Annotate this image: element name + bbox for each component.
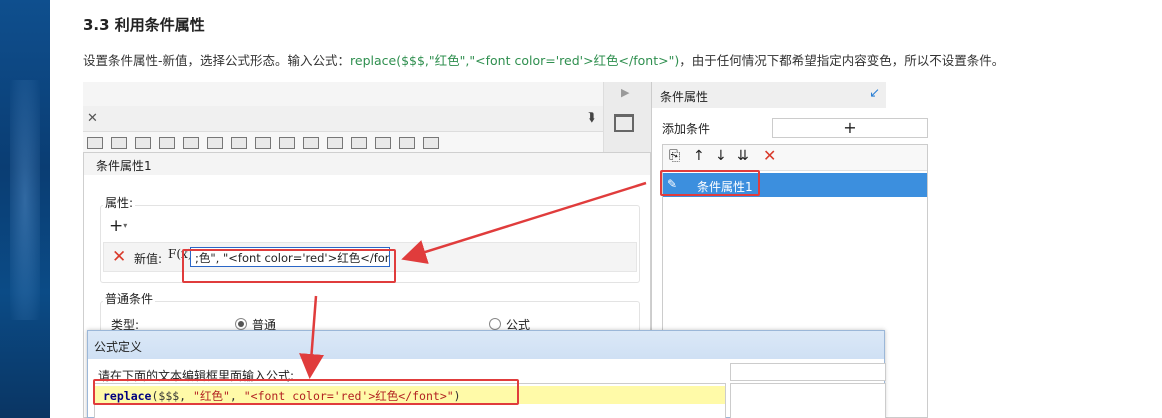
collapse-arrow-icon[interactable]: ↙ xyxy=(869,86,880,101)
chart-icon[interactable] xyxy=(327,137,343,149)
copy-icon[interactable]: ⎘ xyxy=(669,148,680,164)
split-icon[interactable] xyxy=(231,137,247,149)
border-icon[interactable] xyxy=(135,137,151,149)
image-icon[interactable] xyxy=(351,137,367,149)
paragraph-text-before: 设置条件属性-新值，选择公式形态。输入公式： xyxy=(83,53,351,68)
add-attribute-symbol: + xyxy=(109,216,124,236)
align-icon[interactable] xyxy=(111,137,127,149)
add-attribute-button[interactable]: +▾ xyxy=(109,218,137,236)
attribute-section-title: 属性: xyxy=(103,194,136,211)
designer-tabbar: ✕ ⮯ xyxy=(83,106,603,132)
embedded-screenshot: ✕ ⮯ ▶ 条件属性 ↙ 添加条件 + ⎘ ↑ ↓ ⇊ ✕ ✎ 条件属性1 条件… xyxy=(83,82,928,418)
normal-condition-title: 普通条件 xyxy=(103,290,156,307)
highlight-box-list-item xyxy=(660,170,760,196)
radio-normal[interactable] xyxy=(235,318,247,330)
align-icon[interactable] xyxy=(87,137,103,149)
document-page: 3.3 利用条件属性 设置条件属性-新值，选择公式形态。输入公式：replace… xyxy=(50,0,1162,418)
merge-icon[interactable] xyxy=(207,137,223,149)
remove-icon[interactable]: ✕ xyxy=(112,247,126,267)
formula-search-box[interactable] xyxy=(730,363,886,381)
paragraph-text-after: ，由于任何情况下都希望指定内容变色，所以不设置条件。 xyxy=(679,53,1005,68)
background-glow xyxy=(10,80,40,320)
widget-icon[interactable] xyxy=(423,137,439,149)
desktop-background-strip xyxy=(0,0,50,418)
designer-toolbar-area xyxy=(83,82,603,106)
panel-title: 条件属性 ↙ xyxy=(652,82,886,108)
close-icon[interactable]: ✕ xyxy=(87,111,98,126)
format-icon-row xyxy=(83,132,603,154)
document-icon[interactable] xyxy=(399,137,415,149)
description-paragraph: 设置条件属性-新值，选择公式形态。输入公式：replace($$$,"红色","… xyxy=(83,50,1004,69)
pin-icon[interactable]: ⮯ xyxy=(588,110,595,125)
dialog-title: 条件属性1 xyxy=(84,153,650,175)
delete-icon[interactable]: ✕ xyxy=(763,146,776,165)
new-value-label: 新值: xyxy=(134,252,163,266)
list-icon[interactable] xyxy=(279,137,295,149)
formula-dialog-title: 公式定义 xyxy=(88,331,884,359)
dropdown-arrow-icon: ▾ xyxy=(123,221,128,230)
function-list-box[interactable] xyxy=(730,383,886,418)
move-bottom-icon[interactable]: ⇊ xyxy=(737,148,749,164)
add-condition-label: 添加条件 xyxy=(662,122,711,136)
text-icon[interactable] xyxy=(255,137,271,149)
list-toolbar: ⎘ ↑ ↓ ⇊ ✕ xyxy=(663,145,927,171)
arrow-up-icon[interactable]: ↑ xyxy=(693,148,705,164)
highlight-box-formula-code xyxy=(93,379,519,405)
radio-formula[interactable] xyxy=(489,318,501,330)
fill-icon[interactable] xyxy=(159,137,175,149)
add-condition-button[interactable]: + xyxy=(772,118,928,138)
arrow-down-icon[interactable]: ↓ xyxy=(715,148,727,164)
cell-element-icon[interactable] xyxy=(614,114,634,132)
subreport-icon[interactable] xyxy=(375,137,391,149)
font-color-icon[interactable] xyxy=(183,137,199,149)
panel-title-text: 条件属性 xyxy=(660,90,709,104)
paragraph-formula-code: replace($$$,"红色","<font color='red'>红色</… xyxy=(350,53,680,68)
expand-arrow-icon[interactable]: ▶ xyxy=(621,86,629,99)
highlight-box-formula-input xyxy=(182,249,396,283)
section-heading: 3.3 利用条件属性 xyxy=(83,16,205,34)
formula-icon[interactable] xyxy=(303,137,319,149)
